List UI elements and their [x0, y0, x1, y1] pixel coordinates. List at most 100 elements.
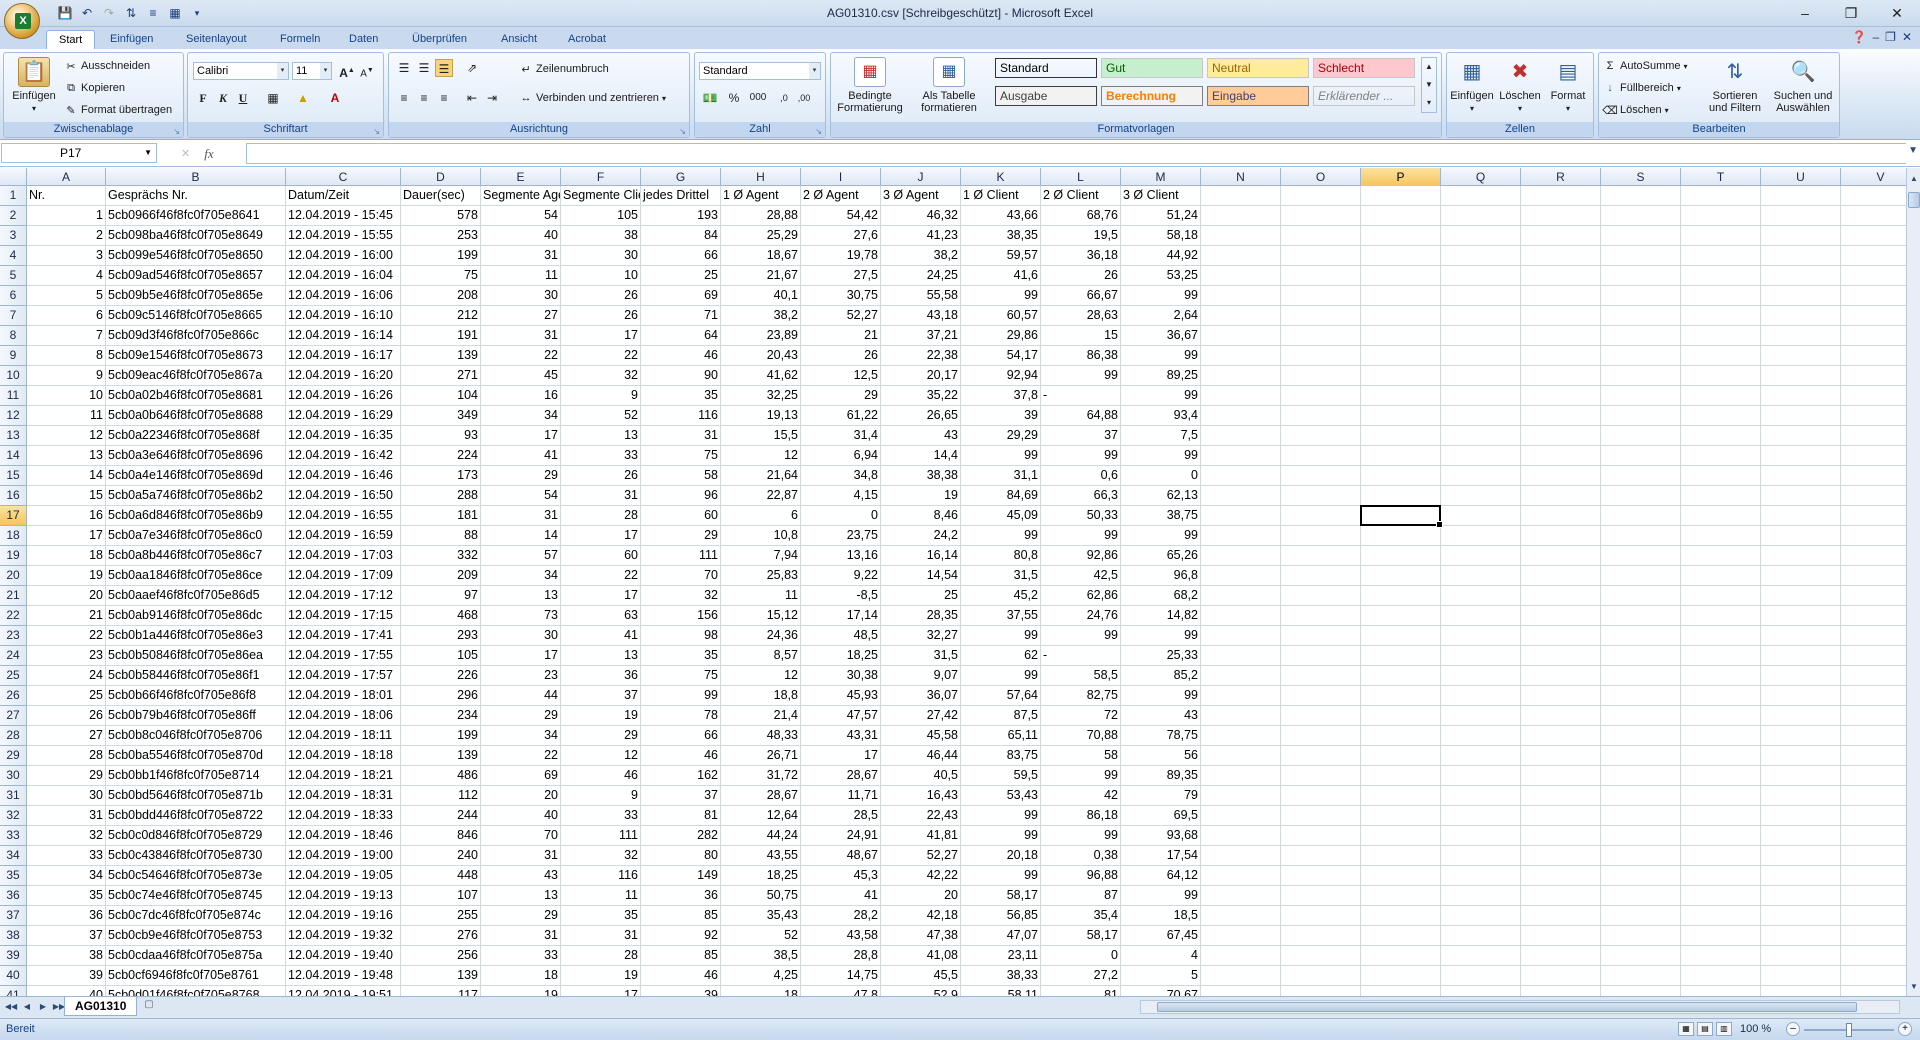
cell[interactable] [1281, 446, 1361, 466]
cell[interactable] [1281, 686, 1361, 706]
cell[interactable]: 5cb0a02b46f8fc0f705e8681 [106, 386, 286, 406]
cell[interactable]: 20 [881, 886, 961, 906]
cell[interactable] [1681, 486, 1761, 506]
cell[interactable]: 139 [401, 746, 481, 766]
cell[interactable] [1521, 326, 1601, 346]
cell[interactable]: 24 [27, 666, 106, 686]
cell[interactable]: 55,58 [881, 286, 961, 306]
cell[interactable]: 44 [481, 686, 561, 706]
cell[interactable]: 35,43 [721, 906, 801, 926]
cell[interactable]: 12.04.2019 - 16:04 [286, 266, 401, 286]
cell[interactable] [1841, 266, 1906, 286]
copy-button[interactable]: ⧉ Kopieren [64, 80, 125, 96]
cell[interactable]: 46,32 [881, 206, 961, 226]
cell[interactable]: 86,18 [1041, 806, 1121, 826]
cell[interactable] [1521, 526, 1601, 546]
cell[interactable]: 99 [961, 866, 1041, 886]
cell[interactable]: 199 [401, 726, 481, 746]
normal-view-icon[interactable]: ▦ [1678, 1022, 1694, 1036]
help-icon[interactable]: ❓ [1852, 30, 1867, 44]
font-size-combo[interactable]: 11 ▾ [292, 62, 332, 80]
cell[interactable]: 5cb0c7dc46f8fc0f705e874c [106, 906, 286, 926]
cell[interactable]: 64 [641, 326, 721, 346]
cell[interactable]: 2 Ø Client [1041, 186, 1121, 206]
cell[interactable] [1361, 746, 1441, 766]
cell[interactable] [1201, 806, 1281, 826]
format-as-table-button[interactable]: ▦ Als Tabelle formatieren [911, 57, 987, 114]
cell[interactable]: 3 Ø Agent [881, 186, 961, 206]
cell[interactable] [1521, 966, 1601, 986]
cell[interactable] [1441, 546, 1521, 566]
cell[interactable]: 43,31 [801, 726, 881, 746]
cell[interactable]: 2,64 [1121, 306, 1201, 326]
cell[interactable]: 82,75 [1041, 686, 1121, 706]
cell[interactable] [1361, 226, 1441, 246]
cell[interactable] [1601, 886, 1681, 906]
cell[interactable] [1601, 286, 1681, 306]
cell[interactable]: 5cb098ba46f8fc0f705e8649 [106, 226, 286, 246]
cell[interactable]: 12.04.2019 - 15:45 [286, 206, 401, 226]
cell[interactable]: 1 [27, 206, 106, 226]
cell[interactable] [1601, 906, 1681, 926]
cell[interactable]: 31 [481, 846, 561, 866]
cell[interactable]: 84 [641, 226, 721, 246]
cell[interactable]: 45,5 [881, 966, 961, 986]
close-button[interactable]: ✕ [1874, 0, 1920, 26]
cell[interactable]: 99 [961, 286, 1041, 306]
cell[interactable]: 12.04.2019 - 18:33 [286, 806, 401, 826]
row-header[interactable]: 12 [0, 406, 27, 426]
cell[interactable]: 5cb0a0b646f8fc0f705e8688 [106, 406, 286, 426]
cell[interactable]: 58 [1041, 746, 1121, 766]
cell[interactable]: 59,5 [961, 766, 1041, 786]
column-header-s[interactable]: S [1601, 168, 1681, 186]
cell[interactable]: 14 [481, 526, 561, 546]
cell[interactable]: 93 [401, 426, 481, 446]
tab-start[interactable]: Start [46, 30, 96, 49]
row-header[interactable]: 7 [0, 306, 27, 326]
cell[interactable]: 23,75 [801, 526, 881, 546]
cell[interactable]: 88 [401, 526, 481, 546]
cell[interactable]: 35,4 [1041, 906, 1121, 926]
style-ausgabe[interactable]: Ausgabe [995, 86, 1097, 106]
cell[interactable] [1761, 586, 1841, 606]
cell[interactable]: 40 [27, 986, 106, 996]
cell[interactable] [1841, 466, 1906, 486]
cell[interactable]: 34 [481, 566, 561, 586]
cell[interactable] [1521, 906, 1601, 926]
cell[interactable]: 27 [481, 306, 561, 326]
cell[interactable]: 53,25 [1121, 266, 1201, 286]
cell[interactable]: 12.04.2019 - 18:06 [286, 706, 401, 726]
row-header[interactable]: 1 [0, 186, 27, 206]
cell[interactable]: 105 [401, 646, 481, 666]
format-cells-button[interactable]: ▤ Format ▾ [1545, 57, 1591, 115]
cell[interactable]: 35,22 [881, 386, 961, 406]
cell[interactable]: 93,4 [1121, 406, 1201, 426]
cell[interactable]: 42,5 [1041, 566, 1121, 586]
cell[interactable] [1841, 846, 1906, 866]
cell[interactable]: 244 [401, 806, 481, 826]
styles-scroll-icon[interactable]: ▲ ▼ ▾ [1421, 57, 1437, 113]
cell[interactable]: 2 Ø Agent [801, 186, 881, 206]
cell[interactable]: -8,5 [801, 586, 881, 606]
cell[interactable] [1521, 726, 1601, 746]
cell[interactable]: 31 [481, 326, 561, 346]
cell[interactable] [1361, 446, 1441, 466]
cell[interactable] [1441, 186, 1521, 206]
cell[interactable]: 89,25 [1121, 366, 1201, 386]
cell[interactable] [1761, 206, 1841, 226]
cell[interactable]: 60 [641, 506, 721, 526]
cell[interactable]: 64,12 [1121, 866, 1201, 886]
row-header[interactable]: 6 [0, 286, 27, 306]
cell[interactable] [1521, 686, 1601, 706]
cell[interactable] [1761, 926, 1841, 946]
cell[interactable]: 5cb0c54646f8fc0f705e873e [106, 866, 286, 886]
cell[interactable]: 18 [481, 966, 561, 986]
cell[interactable]: 16 [481, 386, 561, 406]
chevron-down-icon[interactable]: ▼ [144, 144, 152, 162]
cell[interactable]: 85,2 [1121, 666, 1201, 686]
cell[interactable] [1761, 446, 1841, 466]
cell[interactable]: 29,29 [961, 426, 1041, 446]
cell[interactable] [1281, 206, 1361, 226]
cell[interactable] [1441, 726, 1521, 746]
cell[interactable]: 26 [561, 306, 641, 326]
